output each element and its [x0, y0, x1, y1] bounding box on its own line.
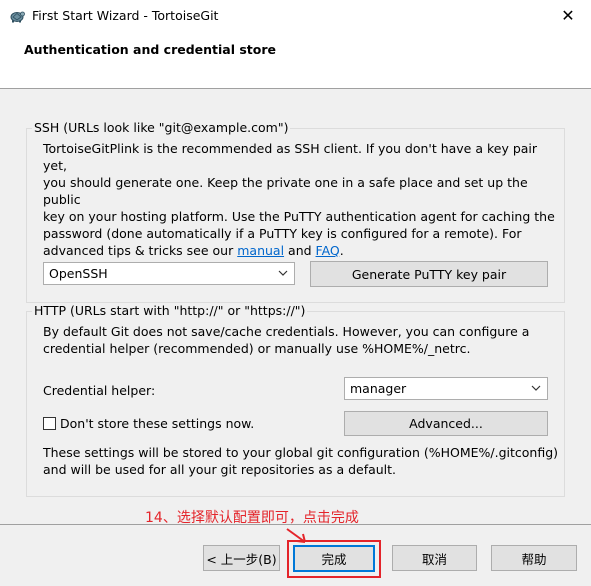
back-label: < 上一步(B) — [206, 551, 277, 567]
ssh-desc-text: and — [284, 243, 316, 258]
ssh-desc-text: advanced tips & tricks see our — [43, 243, 238, 258]
faq-link[interactable]: FAQ — [316, 243, 340, 258]
http-note: These settings will be stored to your gl… — [43, 444, 563, 478]
window-title: First Start Wizard - TortoiseGit — [32, 8, 219, 23]
http-note-line: and will be used for all your git reposi… — [43, 462, 397, 477]
ssh-desc-text: . — [339, 243, 344, 258]
finish-label: 完成 — [321, 552, 347, 567]
ssh-client-value: OpenSSH — [49, 266, 108, 281]
credential-helper-value: manager — [350, 381, 407, 396]
ssh-desc-line: TortoiseGitPlink is the recommended as S… — [43, 141, 538, 173]
close-icon: ✕ — [561, 6, 575, 25]
chevron-down-icon — [278, 270, 288, 276]
footer-divider — [0, 524, 591, 525]
ssh-desc-line: advanced tips & tricks see our manual an… — [43, 242, 563, 259]
chevron-down-icon — [531, 385, 541, 391]
advanced-label: Advanced... — [409, 416, 483, 431]
http-note-line: These settings will be stored to your gl… — [43, 445, 559, 460]
ssh-client-select[interactable]: OpenSSH — [43, 262, 295, 285]
back-button[interactable]: < 上一步(B) — [203, 545, 280, 571]
dont-store-checkbox[interactable] — [43, 417, 56, 430]
page-title: Authentication and credential store — [24, 42, 277, 57]
close-button[interactable]: ✕ — [545, 0, 591, 31]
credential-helper-label: Credential helper: — [43, 383, 156, 398]
http-group-legend: HTTP (URLs start with "http://" or "http… — [32, 303, 308, 318]
cancel-label: 取消 — [421, 551, 447, 567]
finish-button[interactable]: 完成 — [293, 545, 375, 572]
ssh-desc-line: key on your hosting platform. Use the Pu… — [43, 209, 555, 224]
title-bar: First Start Wizard - TortoiseGit ✕ — [0, 0, 591, 31]
http-description: By default Git does not save/cache crede… — [43, 323, 563, 357]
ssh-desc-line: password (done automatically if a PuTTY … — [43, 226, 522, 241]
ssh-desc-line: you should generate one. Keep the privat… — [43, 175, 528, 207]
cancel-button[interactable]: 取消 — [392, 545, 477, 571]
generate-putty-key-label: Generate PuTTY key pair — [351, 266, 507, 282]
credential-helper-select[interactable]: manager — [344, 377, 548, 400]
wizard-header: Authentication and credential store — [0, 31, 591, 89]
generate-putty-key-button[interactable]: Generate PuTTY key pair — [310, 261, 548, 287]
http-desc-line: By default Git does not save/cache crede… — [43, 324, 530, 339]
manual-link[interactable]: manual — [237, 243, 284, 258]
help-button[interactable]: 帮助 — [491, 545, 577, 571]
dont-store-label[interactable]: Don't store these settings now. — [60, 415, 254, 432]
advanced-button[interactable]: Advanced... — [344, 411, 548, 436]
ssh-description: TortoiseGitPlink is the recommended as S… — [43, 140, 563, 259]
http-desc-line: credential helper (recommended) or manua… — [43, 341, 471, 356]
tortoise-icon — [10, 11, 25, 23]
ssh-group-legend: SSH (URLs look like "git@example.com") — [32, 120, 291, 135]
help-label: 帮助 — [521, 551, 547, 567]
